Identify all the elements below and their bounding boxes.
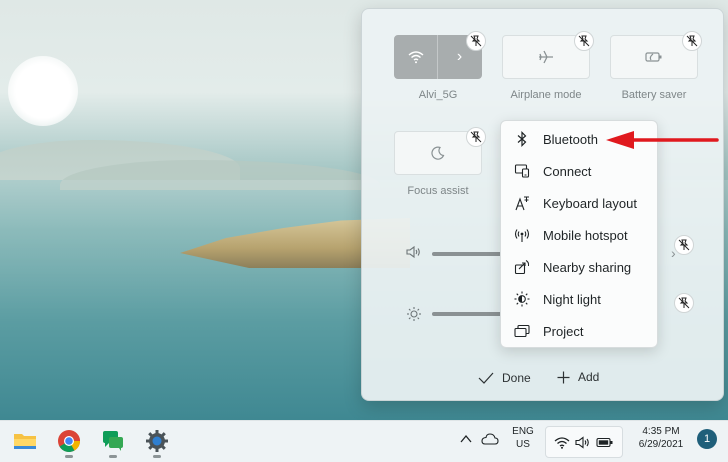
- tile-label-wifi: Alvi_5G: [418, 89, 458, 101]
- airplane-icon: [539, 50, 553, 64]
- clock-date: 6/29/2021: [638, 439, 684, 450]
- unpin-battery-saver-button[interactable]: [682, 31, 702, 51]
- brightness-icon: [406, 306, 422, 325]
- unpin-icon: [578, 35, 590, 47]
- menu-item-nearby-sharing[interactable]: Nearby sharing: [501, 251, 659, 283]
- menu-item-label: Connect: [543, 163, 592, 179]
- taskbar-settings[interactable]: [143, 427, 171, 458]
- menu-item-label: Night light: [543, 291, 601, 307]
- clock[interactable]: 4:35 PM 6/29/2021: [632, 425, 690, 451]
- wifi-icon: [408, 51, 424, 64]
- taskbar-chat[interactable]: [99, 427, 127, 458]
- menu-item-label: Project: [543, 323, 584, 339]
- menu-item-label: Mobile hotspot: [543, 227, 628, 243]
- menu-item-label: Bluetooth: [543, 131, 598, 147]
- volume-slider[interactable]: [432, 252, 502, 256]
- battery-icon: [596, 437, 613, 447]
- show-hidden-icons-chevron-icon[interactable]: [460, 433, 472, 447]
- wifi-icon: [554, 436, 570, 449]
- moon-icon: [431, 146, 445, 160]
- menu-item-mobile-hotspot[interactable]: Mobile hotspot: [501, 219, 659, 251]
- notification-badge[interactable]: 1: [697, 429, 717, 449]
- volume-icon: [406, 245, 422, 262]
- volume-icon: [575, 435, 589, 449]
- brightness-slider[interactable]: [432, 312, 502, 316]
- running-indicator: [153, 455, 161, 458]
- unpin-icon: [470, 131, 482, 143]
- taskbar-chrome[interactable]: [55, 427, 83, 458]
- chrome-icon: [58, 430, 80, 452]
- menu-item-connect[interactable]: Connect: [501, 155, 659, 187]
- taskbar: ENG US 4:35 PM 6/29/2021 1: [0, 420, 728, 462]
- unpin-icon: [678, 297, 690, 309]
- unpin-wifi-button[interactable]: [466, 31, 486, 51]
- quick-settings-tray-button[interactable]: [545, 426, 623, 458]
- menu-item-night-light[interactable]: Night light: [501, 283, 659, 315]
- keyboard-layout-icon: [514, 195, 530, 211]
- hotspot-icon: [514, 227, 530, 243]
- nearby-sharing-icon: [514, 259, 530, 275]
- running-indicator: [65, 455, 73, 458]
- night-light-icon: [514, 291, 530, 307]
- unpin-focus-assist-button[interactable]: [466, 127, 486, 147]
- battery-saver-icon: [645, 52, 662, 62]
- chat-icon: [103, 431, 123, 451]
- add-button[interactable]: Add: [557, 370, 599, 384]
- red-arrow-annotation: [606, 131, 719, 149]
- menu-item-label: Keyboard layout: [543, 195, 637, 211]
- menu-item-label: Nearby sharing: [543, 259, 632, 275]
- tile-label-airplane: Airplane mode: [510, 89, 582, 101]
- unpin-airplane-button[interactable]: [574, 31, 594, 51]
- plus-icon: [557, 371, 570, 383]
- language-indicator[interactable]: ENG US: [508, 425, 538, 451]
- taskbar-file-explorer[interactable]: [11, 427, 39, 455]
- checkmark-icon: [478, 372, 494, 384]
- wifi-toggle[interactable]: [395, 35, 439, 79]
- unpin-icon: [470, 35, 482, 47]
- add-label: Add: [578, 370, 600, 384]
- onedrive-cloud-icon[interactable]: [481, 432, 499, 450]
- add-quick-setting-menu: Bluetooth Connect Keyboard layout Mobile…: [500, 120, 658, 348]
- chevron-right-icon: ›: [456, 48, 463, 65]
- unpin-volume-button[interactable]: [674, 235, 694, 255]
- cast-icon: [514, 163, 530, 179]
- language-code: ENG: [512, 426, 534, 437]
- unpin-icon: [686, 35, 698, 47]
- unpin-brightness-button[interactable]: [674, 293, 694, 313]
- menu-item-keyboard-layout[interactable]: Keyboard layout: [501, 187, 659, 219]
- file-explorer-icon: [14, 434, 36, 449]
- project-icon: [514, 323, 530, 339]
- region-code: US: [516, 439, 530, 450]
- clock-time: 4:35 PM: [642, 426, 680, 437]
- sun: [8, 56, 78, 126]
- unpin-icon: [678, 239, 690, 251]
- done-button[interactable]: Done: [478, 371, 531, 385]
- tile-label-battery-saver: Battery saver: [621, 89, 687, 101]
- bluetooth-icon: [514, 131, 530, 147]
- settings-icon: [146, 430, 168, 452]
- done-label: Done: [502, 371, 531, 385]
- running-indicator: [109, 455, 117, 458]
- menu-item-project[interactable]: Project: [501, 315, 659, 347]
- tile-label-focus-assist: Focus assist: [407, 185, 469, 197]
